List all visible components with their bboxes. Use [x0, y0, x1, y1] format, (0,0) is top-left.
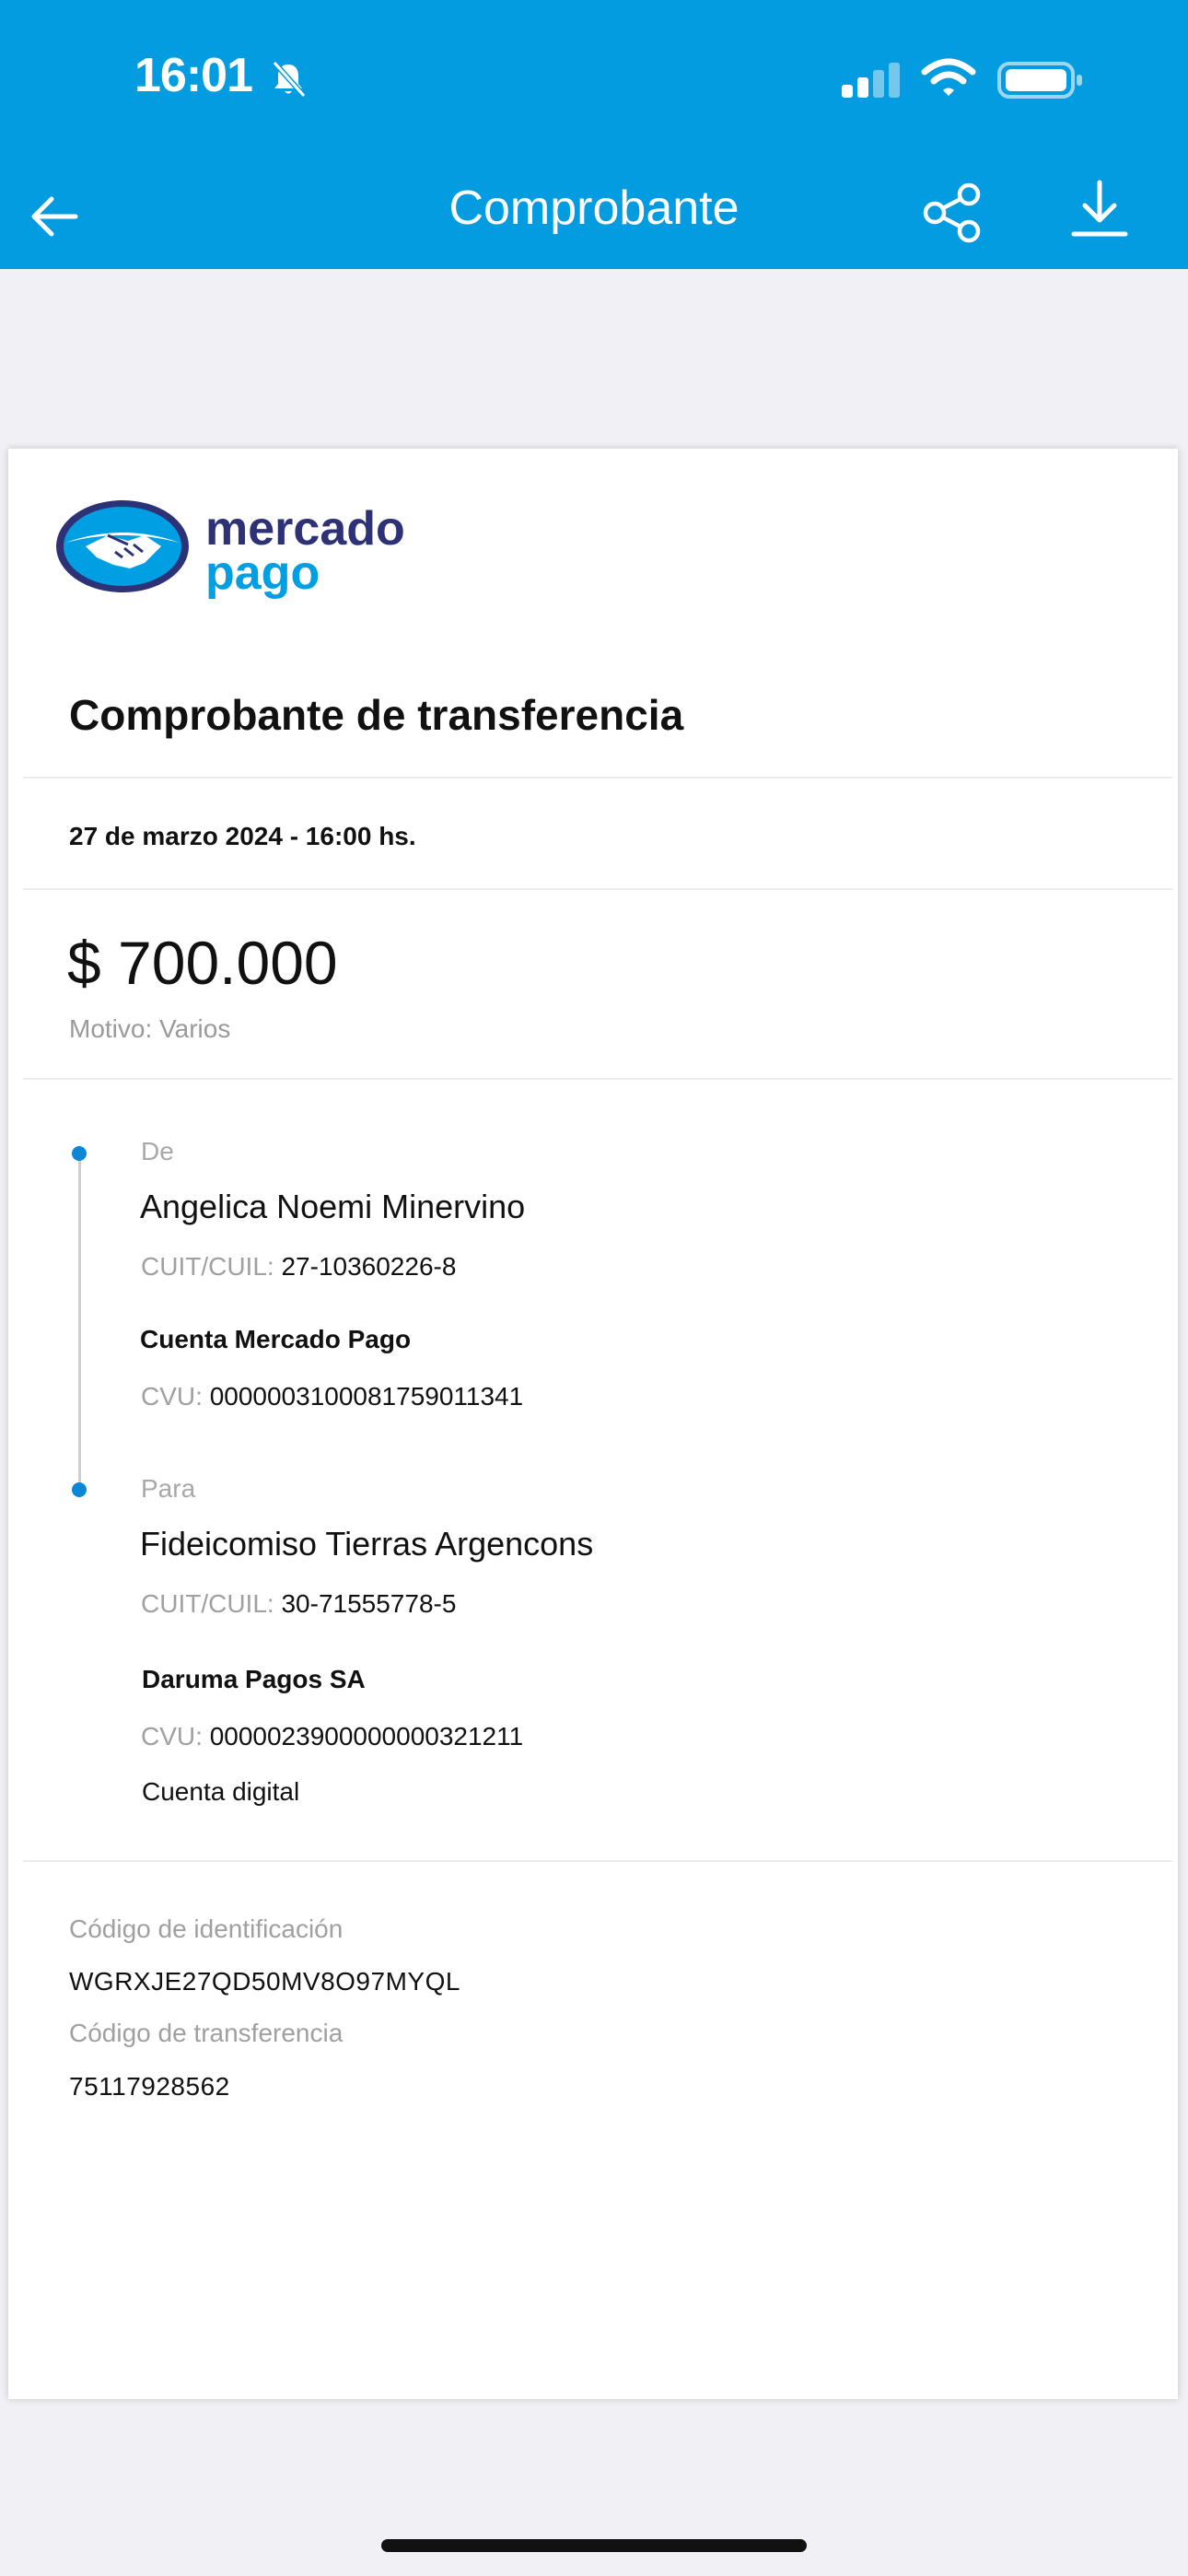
- cellular-signal-icon: [842, 63, 900, 98]
- logo-text-pago: pago: [205, 546, 320, 600]
- sender-cvu-value: 0000003100081759011341: [209, 1382, 524, 1411]
- to-label: Para: [141, 1474, 196, 1503]
- recipient-name: Fideicomiso Tierras Argencons: [140, 1525, 594, 1563]
- recipient-cvu: CVU: 0000023900000000321211: [141, 1722, 523, 1751]
- sender-name: Angelica Noemi Minervino: [140, 1188, 526, 1225]
- recipient-cuit-value: 30-71555778-5: [281, 1589, 457, 1618]
- divider: [23, 1078, 1172, 1080]
- recipient-cuit-label: CUIT/CUIL:: [141, 1589, 274, 1618]
- identification-code-value: WGRXJE27QD50MV8O97MYQL: [69, 1967, 460, 1996]
- sender-cuit: CUIT/CUIL: 27-10360226-8: [141, 1252, 456, 1282]
- receipt-title: Comprobante de transferencia: [69, 691, 684, 739]
- recipient-bank: Daruma Pagos SA: [142, 1665, 366, 1693]
- sender-cvu: CVU: 0000003100081759011341: [141, 1382, 523, 1411]
- transfer-code-label: Código de transferencia: [69, 2019, 344, 2047]
- timeline-dot-to: [72, 1482, 87, 1497]
- page-title: Comprobante: [448, 181, 740, 235]
- sender-cuit-value: 27-10360226-8: [281, 1252, 457, 1281]
- sender-cvu-label: CVU:: [141, 1382, 203, 1411]
- mercado-pago-logo: mercado pago: [56, 500, 405, 600]
- sender-bank: Cuenta Mercado Pago: [140, 1325, 412, 1353]
- home-indicator[interactable]: [381, 2539, 807, 2552]
- recipient-account-type: Cuenta digital: [142, 1777, 300, 1806]
- identification-code-label: Código de identificación: [69, 1914, 344, 1943]
- recipient-cvu-label: CVU:: [141, 1722, 203, 1751]
- divider: [23, 1860, 1172, 1862]
- download-icon[interactable]: [1066, 177, 1133, 243]
- transfer-amount: $ 700.000: [67, 929, 338, 997]
- transaction-date: 27 de marzo 2024 - 16:00 hs.: [69, 822, 416, 850]
- transfer-code-value: 75117928562: [69, 2072, 230, 2101]
- timeline-line: [78, 1156, 81, 1492]
- recipient-cuit: CUIT/CUIL: 30-71555778-5: [141, 1589, 456, 1619]
- from-label: De: [141, 1137, 174, 1165]
- recipient-cvu-value: 0000023900000000321211: [209, 1722, 524, 1751]
- divider: [23, 888, 1172, 890]
- wifi-icon: [921, 58, 976, 96]
- receipt-card: mercado pago Comprobante de transferenci…: [8, 449, 1178, 2399]
- share-icon[interactable]: [921, 181, 985, 245]
- bell-slash-icon: [272, 61, 307, 98]
- sender-cuit-label: CUIT/CUIL:: [141, 1252, 274, 1281]
- timeline-dot-from: [72, 1146, 87, 1161]
- top-app-bar: 16:01 Comprobante: [0, 0, 1188, 269]
- divider: [23, 777, 1172, 779]
- transfer-reason: Motivo: Varios: [69, 1014, 231, 1043]
- status-time: 16:01: [134, 49, 253, 102]
- battery-icon: [997, 62, 1082, 99]
